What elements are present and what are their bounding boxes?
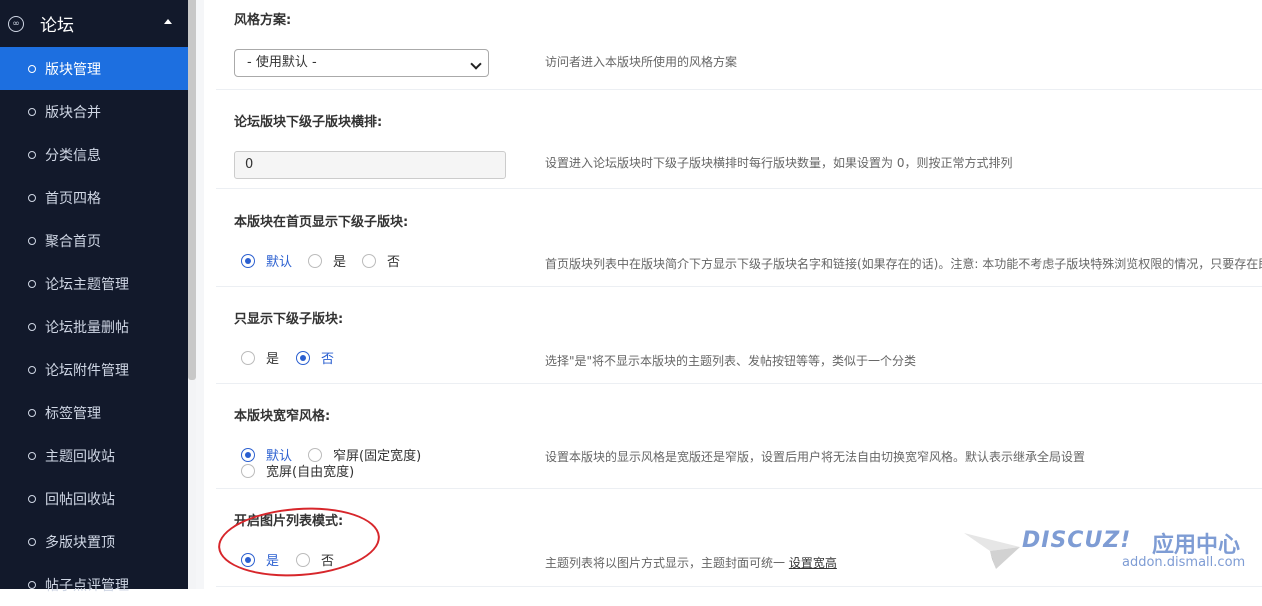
setting-row-width-style: 本版块宽窄风格: 默认 窄屏(固定宽度) 宽屏(自由宽度) 设置本版块的显示风格… [216,384,1262,489]
radio-wide[interactable]: 宽屏(自由宽度) [241,461,354,480]
radio-label: 是 [266,554,280,569]
setting-row-subforum-cols: 论坛版块下级子版块横排: 0 设置进入论坛版块时下级子版块横排时每行版块数量，如… [216,90,1262,189]
radio-yes[interactable]: 是 [241,348,279,367]
sidebar-item-thread-manage[interactable]: 论坛主题管理 [0,262,188,305]
sidebar-item-forum-manage[interactable]: 版块管理 [0,47,188,90]
setting-title: 风格方案: [234,13,292,28]
circle-bullet-icon [28,236,36,245]
forum-chat-icon: ∞ [8,15,24,32]
radio-yes[interactable]: 是 [308,251,346,270]
sidebar-item-label: 论坛主题管理 [45,276,129,293]
radio-no[interactable]: 否 [362,251,400,270]
sidebar-item-label: 主题回收站 [45,448,115,465]
sidebar-item-label: 分类信息 [45,147,101,164]
sidebar-item-thread-recycle[interactable]: 主题回收站 [0,434,188,477]
sidebar-item-label: 帖子点评管理 [45,577,129,594]
circle-bullet-icon [28,322,36,331]
sidebar-item-label: 论坛附件管理 [45,362,129,379]
setting-desc: 选择"是"将不显示本版块的主题列表、发帖按钮等等，类似于一个分类 [545,354,917,368]
sidebar-item-index-grid[interactable]: 首页四格 [0,176,188,219]
settings-panel: 风格方案: - 使用默认 - 访问者进入本版块所使用的风格方案 论坛版块下级子版… [216,0,1262,589]
circle-bullet-icon [28,580,36,589]
circle-bullet-icon [28,64,36,73]
sidebar-item-label: 版块管理 [45,61,101,78]
radio-label: 是 [266,352,280,367]
setting-desc: 访问者进入本版块所使用的风格方案 [545,55,738,69]
sidebar-scroll-track-inner [196,0,204,589]
circle-bullet-icon [28,537,36,546]
set-size-link[interactable]: 设置宽高 [789,556,837,570]
setting-desc: 主题列表将以图片方式显示，主题封面可统一 设置宽高 [545,554,837,571]
setting-desc-text: 主题列表将以图片方式显示，主题封面可统一 [545,556,786,570]
sidebar-item-label: 标签管理 [45,405,101,422]
radio-label: 否 [321,554,335,569]
setting-row-style: 风格方案: - 使用默认 - 访问者进入本版块所使用的风格方案 [216,0,1262,90]
radio-circle [241,350,255,365]
sidebar-item-label: 多版块置顶 [45,534,115,551]
circle-bullet-icon [28,150,36,159]
sidebar-item-batch-delete[interactable]: 论坛批量删帖 [0,305,188,348]
circle-bullet-icon [28,107,36,116]
sidebar-item-label: 聚合首页 [45,233,101,250]
setting-desc: 设置进入论坛版块时下级子版块横排时每行版块数量，如果设置为 0，则按正常方式排列 [545,156,1013,170]
radio-label: 是 [333,255,347,270]
radio-no[interactable]: 否 [296,348,334,367]
style-select[interactable]: - 使用默认 - [234,49,489,77]
radio-label: 宽屏(自由宽度) [266,465,355,480]
sidebar-item-multi-sticky[interactable]: 多版块置顶 [0,520,188,563]
setting-row-picture-list: 开启图片列表模式: 是 否 主题列表将以图片方式显示，主题封面可统一 设置宽高 [216,489,1262,587]
style-select-value: - 使用默认 - [247,55,317,70]
radio-default[interactable]: 默认 [241,251,292,270]
circle-bullet-icon [28,494,36,503]
radio-label: 否 [387,255,401,270]
caret-up-icon [164,19,172,24]
sidebar-item-label: 版块合并 [45,104,101,121]
setting-title: 本版块宽窄风格: [234,409,331,424]
radio-circle [308,253,322,268]
radio-circle [241,447,255,462]
radio-circle [241,463,255,478]
sidebar: ∞ 论坛 版块管理 版块合并 分类信息 首页四格 聚合首页 论坛主题管理 论坛批… [0,0,188,594]
sidebar-section-title: 论坛 [40,16,74,36]
radio-circle [296,350,310,365]
sidebar-item-thread-types[interactable]: 分类信息 [0,133,188,176]
radio-circle [241,552,255,567]
subforum-cols-input[interactable]: 0 [234,151,506,179]
sidebar-section-forum[interactable]: ∞ 论坛 [0,0,188,47]
radio-label: 默认 [266,255,293,270]
sidebar-item-label: 首页四格 [45,190,101,207]
setting-desc: 首页版块列表中在版块简介下方显示下级子版块名字和链接(如果存在的话)。注意: 本… [545,257,1262,271]
setting-title: 只显示下级子版块: [234,312,344,327]
radio-yes[interactable]: 是 [241,550,279,569]
radio-no[interactable]: 否 [296,550,334,569]
radio-circle [362,253,376,268]
circle-bullet-icon [28,365,36,374]
sidebar-item-aggregate-index[interactable]: 聚合首页 [0,219,188,262]
radio-circle [241,253,255,268]
radio-label: 否 [321,352,335,367]
radio-circle [296,552,310,567]
sidebar-scrollbar[interactable] [188,0,196,380]
setting-row-only-sub: 只显示下级子版块: 是 否 选择"是"将不显示本版块的主题列表、发帖按钮等等，类… [216,287,1262,384]
setting-title: 开启图片列表模式: [234,514,344,529]
setting-title: 本版块在首页显示下级子版块: [234,215,409,230]
circle-bullet-icon [28,279,36,288]
circle-bullet-icon [28,451,36,460]
circle-bullet-icon [28,408,36,417]
sidebar-item-comment-manage[interactable]: 帖子点评管理 [0,563,188,606]
sidebar-item-tag-manage[interactable]: 标签管理 [0,391,188,434]
circle-bullet-icon [28,193,36,202]
sidebar-item-reply-recycle[interactable]: 回帖回收站 [0,477,188,520]
radio-circle [308,447,322,462]
sidebar-item-forum-merge[interactable]: 版块合并 [0,90,188,133]
sidebar-item-label: 回帖回收站 [45,491,115,508]
chevron-down-icon [470,58,482,70]
sidebar-item-label: 论坛批量删帖 [45,319,129,336]
setting-title: 论坛版块下级子版块横排: [234,115,383,130]
setting-row-show-sub-index: 本版块在首页显示下级子版块: 默认 是 否 首页版块列表中在版块简介下方显示下级… [216,189,1262,287]
sidebar-item-attachment-manage[interactable]: 论坛附件管理 [0,348,188,391]
setting-desc: 设置本版块的显示风格是宽版还是窄版，设置后用户将无法自由切换宽窄风格。默认表示继… [545,450,1086,464]
